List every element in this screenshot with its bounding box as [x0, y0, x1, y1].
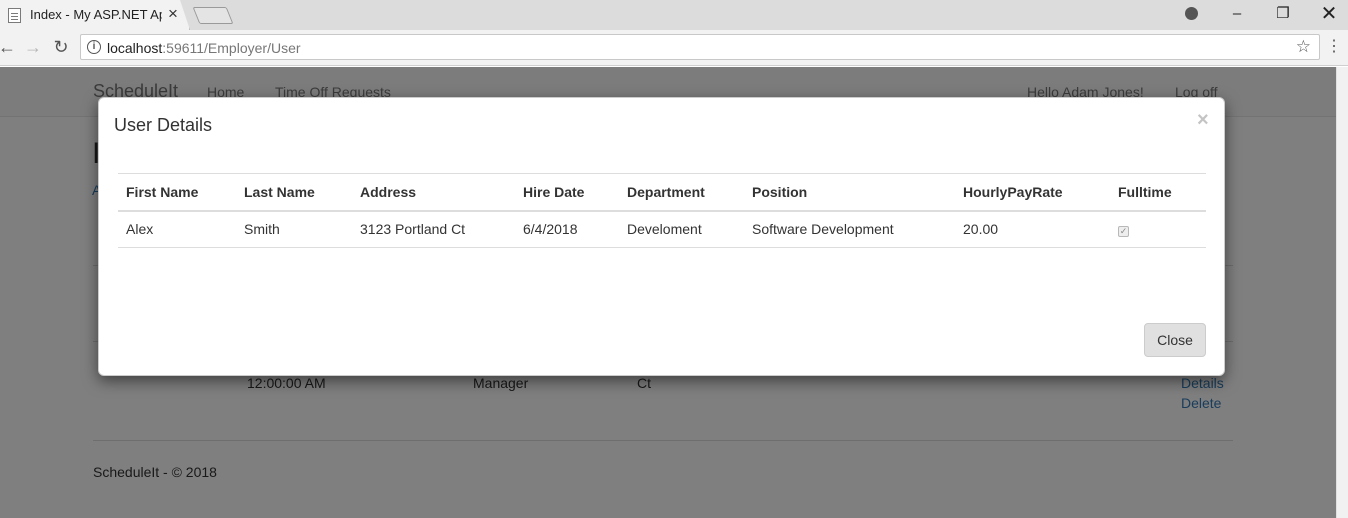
tab-title: Index - My ASP.NET Appl	[30, 7, 162, 22]
column-header-department: Department	[619, 173, 744, 212]
cell-fulltime: ✓	[1110, 210, 1206, 248]
info-icon[interactable]: i	[87, 40, 101, 54]
url-path: :59611/Employer/User	[162, 40, 301, 56]
user-details-table: First Name Last Name Address Hire Date D…	[118, 173, 1206, 248]
reload-icon[interactable]: ↻	[50, 36, 72, 58]
account-icon[interactable]	[1168, 0, 1214, 30]
maximize-button[interactable]: ❐	[1260, 0, 1306, 30]
back-arrow-icon[interactable]: ←	[0, 36, 18, 58]
window-close-button[interactable]: ✕	[1306, 0, 1348, 30]
cell-address: 3123 Portland Ct	[352, 210, 515, 248]
table-row: Alex Smith 3123 Portland Ct 6/4/2018 Dev…	[118, 210, 1206, 248]
fulltime-checkbox: ✓	[1118, 226, 1129, 238]
address-bar[interactable]: i localhost:59611/Employer/User ☆	[80, 34, 1320, 60]
close-icon[interactable]: ×	[1197, 110, 1209, 130]
modal-title: User Details	[114, 115, 213, 135]
column-header-position: Position	[744, 173, 955, 212]
cell-hourly-pay-rate: 20.00	[955, 210, 1110, 248]
browser-tabstrip: Index - My ASP.NET Appl × – ❐ ✕	[0, 0, 1348, 30]
url-host: localhost	[107, 40, 163, 56]
browser-tab[interactable]: Index - My ASP.NET Appl ×	[0, 0, 190, 30]
cell-last-name: Smith	[236, 210, 352, 248]
column-header-first-name: First Name	[118, 173, 236, 212]
page-icon	[8, 8, 21, 23]
column-header-address: Address	[352, 173, 515, 212]
column-header-last-name: Last Name	[236, 173, 352, 212]
cell-position: Software Development	[744, 210, 955, 248]
new-tab-button[interactable]	[192, 7, 234, 24]
forward-arrow-icon[interactable]: →	[22, 36, 44, 58]
tab-close-icon[interactable]: ×	[168, 4, 178, 24]
minimize-button[interactable]: –	[1214, 0, 1260, 30]
url-text[interactable]: localhost:59611/Employer/User	[107, 40, 301, 56]
browser-toolbar: ← → ↻ i localhost:59611/Employer/User ☆ …	[0, 30, 1348, 66]
close-button[interactable]: Close	[1144, 323, 1206, 357]
browser-menu-icon[interactable]: ⋮	[1326, 36, 1342, 58]
cell-department: Develoment	[619, 210, 744, 248]
cell-first-name: Alex	[118, 210, 236, 248]
page-scrollbar[interactable]	[1336, 67, 1348, 518]
bookmark-star-icon[interactable]: ☆	[1296, 37, 1311, 57]
column-header-hire-date: Hire Date	[515, 173, 619, 212]
column-header-fulltime: Fulltime	[1110, 173, 1206, 212]
table-header-row: First Name Last Name Address Hire Date D…	[118, 173, 1206, 212]
cell-hire-date: 6/4/2018	[515, 210, 619, 248]
user-details-modal: User Details × First Name Last Name Addr…	[98, 97, 1225, 376]
column-header-hourly-pay-rate: HourlyPayRate	[955, 173, 1110, 212]
